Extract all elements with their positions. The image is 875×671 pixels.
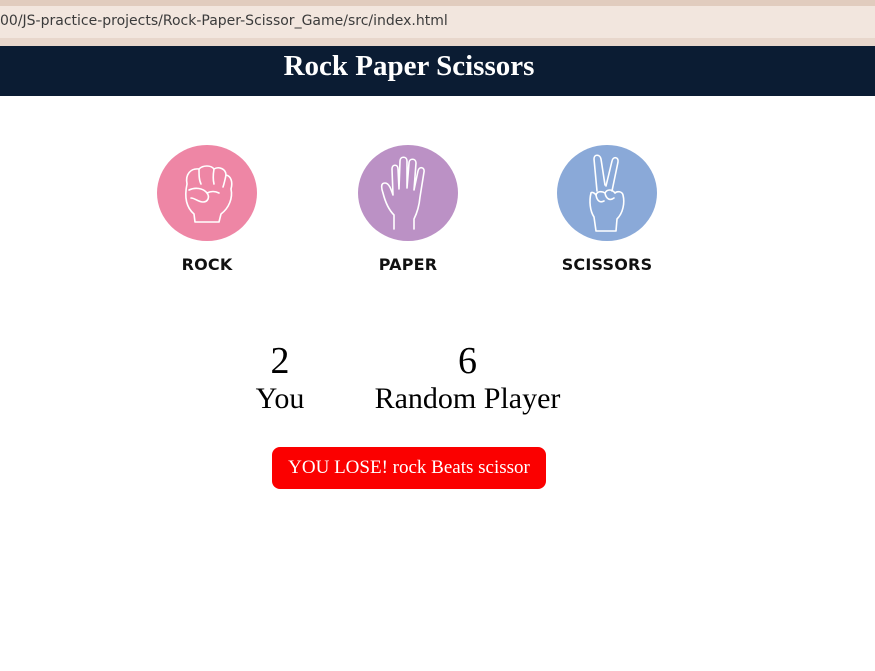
- scissors-choice[interactable]: SCISSORS: [547, 145, 667, 274]
- address-bar[interactable]: 00/JS-practice-projects/Rock-Paper-Sciss…: [0, 6, 875, 38]
- open-hand-icon: [380, 156, 425, 230]
- computer-score-value: 6: [458, 340, 477, 382]
- fist-icon: [185, 165, 233, 223]
- result-text: YOU LOSE! rock Beats scissor: [288, 457, 530, 478]
- scissors-button[interactable]: [557, 145, 657, 241]
- user-score: 2 You: [230, 341, 330, 417]
- result-message: YOU LOSE! rock Beats scissor: [272, 447, 546, 489]
- peace-hand-icon: [589, 154, 625, 232]
- rock-choice[interactable]: ROCK: [147, 145, 267, 274]
- page-header: Rock Paper Scissors: [0, 46, 875, 96]
- browser-divider: [0, 38, 875, 46]
- paper-choice[interactable]: PAPER: [348, 145, 468, 274]
- url-text[interactable]: 00/JS-practice-projects/Rock-Paper-Sciss…: [0, 13, 448, 29]
- computer-score-label: Random Player: [374, 382, 561, 415]
- page-title: Rock Paper Scissors: [283, 50, 535, 82]
- rock-label: ROCK: [181, 255, 233, 274]
- paper-label: PAPER: [378, 255, 438, 274]
- computer-score: 6 Random Player: [360, 341, 575, 417]
- scissors-label: SCISSORS: [561, 255, 653, 274]
- user-score-label: You: [255, 382, 305, 415]
- user-score-value: 2: [270, 340, 290, 382]
- paper-button[interactable]: [358, 145, 458, 241]
- rock-button[interactable]: [157, 145, 257, 241]
